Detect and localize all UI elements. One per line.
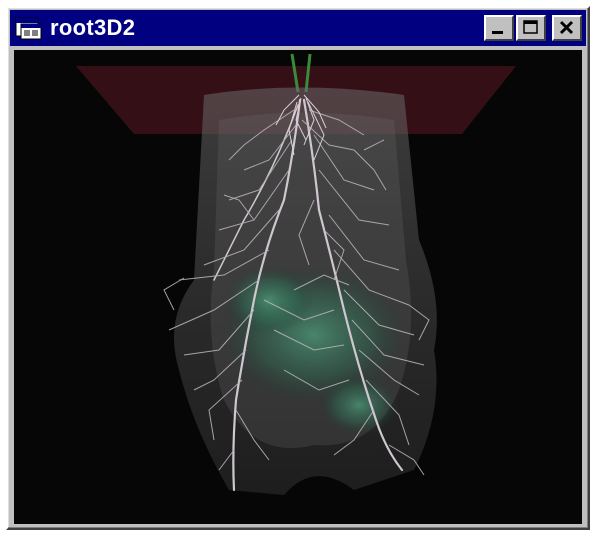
- title-bar[interactable]: root3D2: [10, 10, 586, 46]
- root3d2-window: root3D2: [6, 6, 590, 530]
- root-density-glow: [224, 265, 314, 335]
- maximize-icon: [523, 20, 538, 34]
- close-icon: [559, 20, 574, 35]
- root-system-render: [76, 53, 516, 495]
- 3d-render-viewport[interactable]: [14, 50, 582, 524]
- close-button[interactable]: [552, 15, 582, 41]
- root-density-glow: [319, 375, 399, 435]
- window-controls: [484, 15, 582, 41]
- minimize-icon: [492, 31, 503, 34]
- maximize-button[interactable]: [516, 15, 546, 41]
- document-window-icon[interactable]: [14, 15, 44, 41]
- window-title: root3D2: [50, 15, 136, 40]
- minimize-button[interactable]: [484, 15, 514, 41]
